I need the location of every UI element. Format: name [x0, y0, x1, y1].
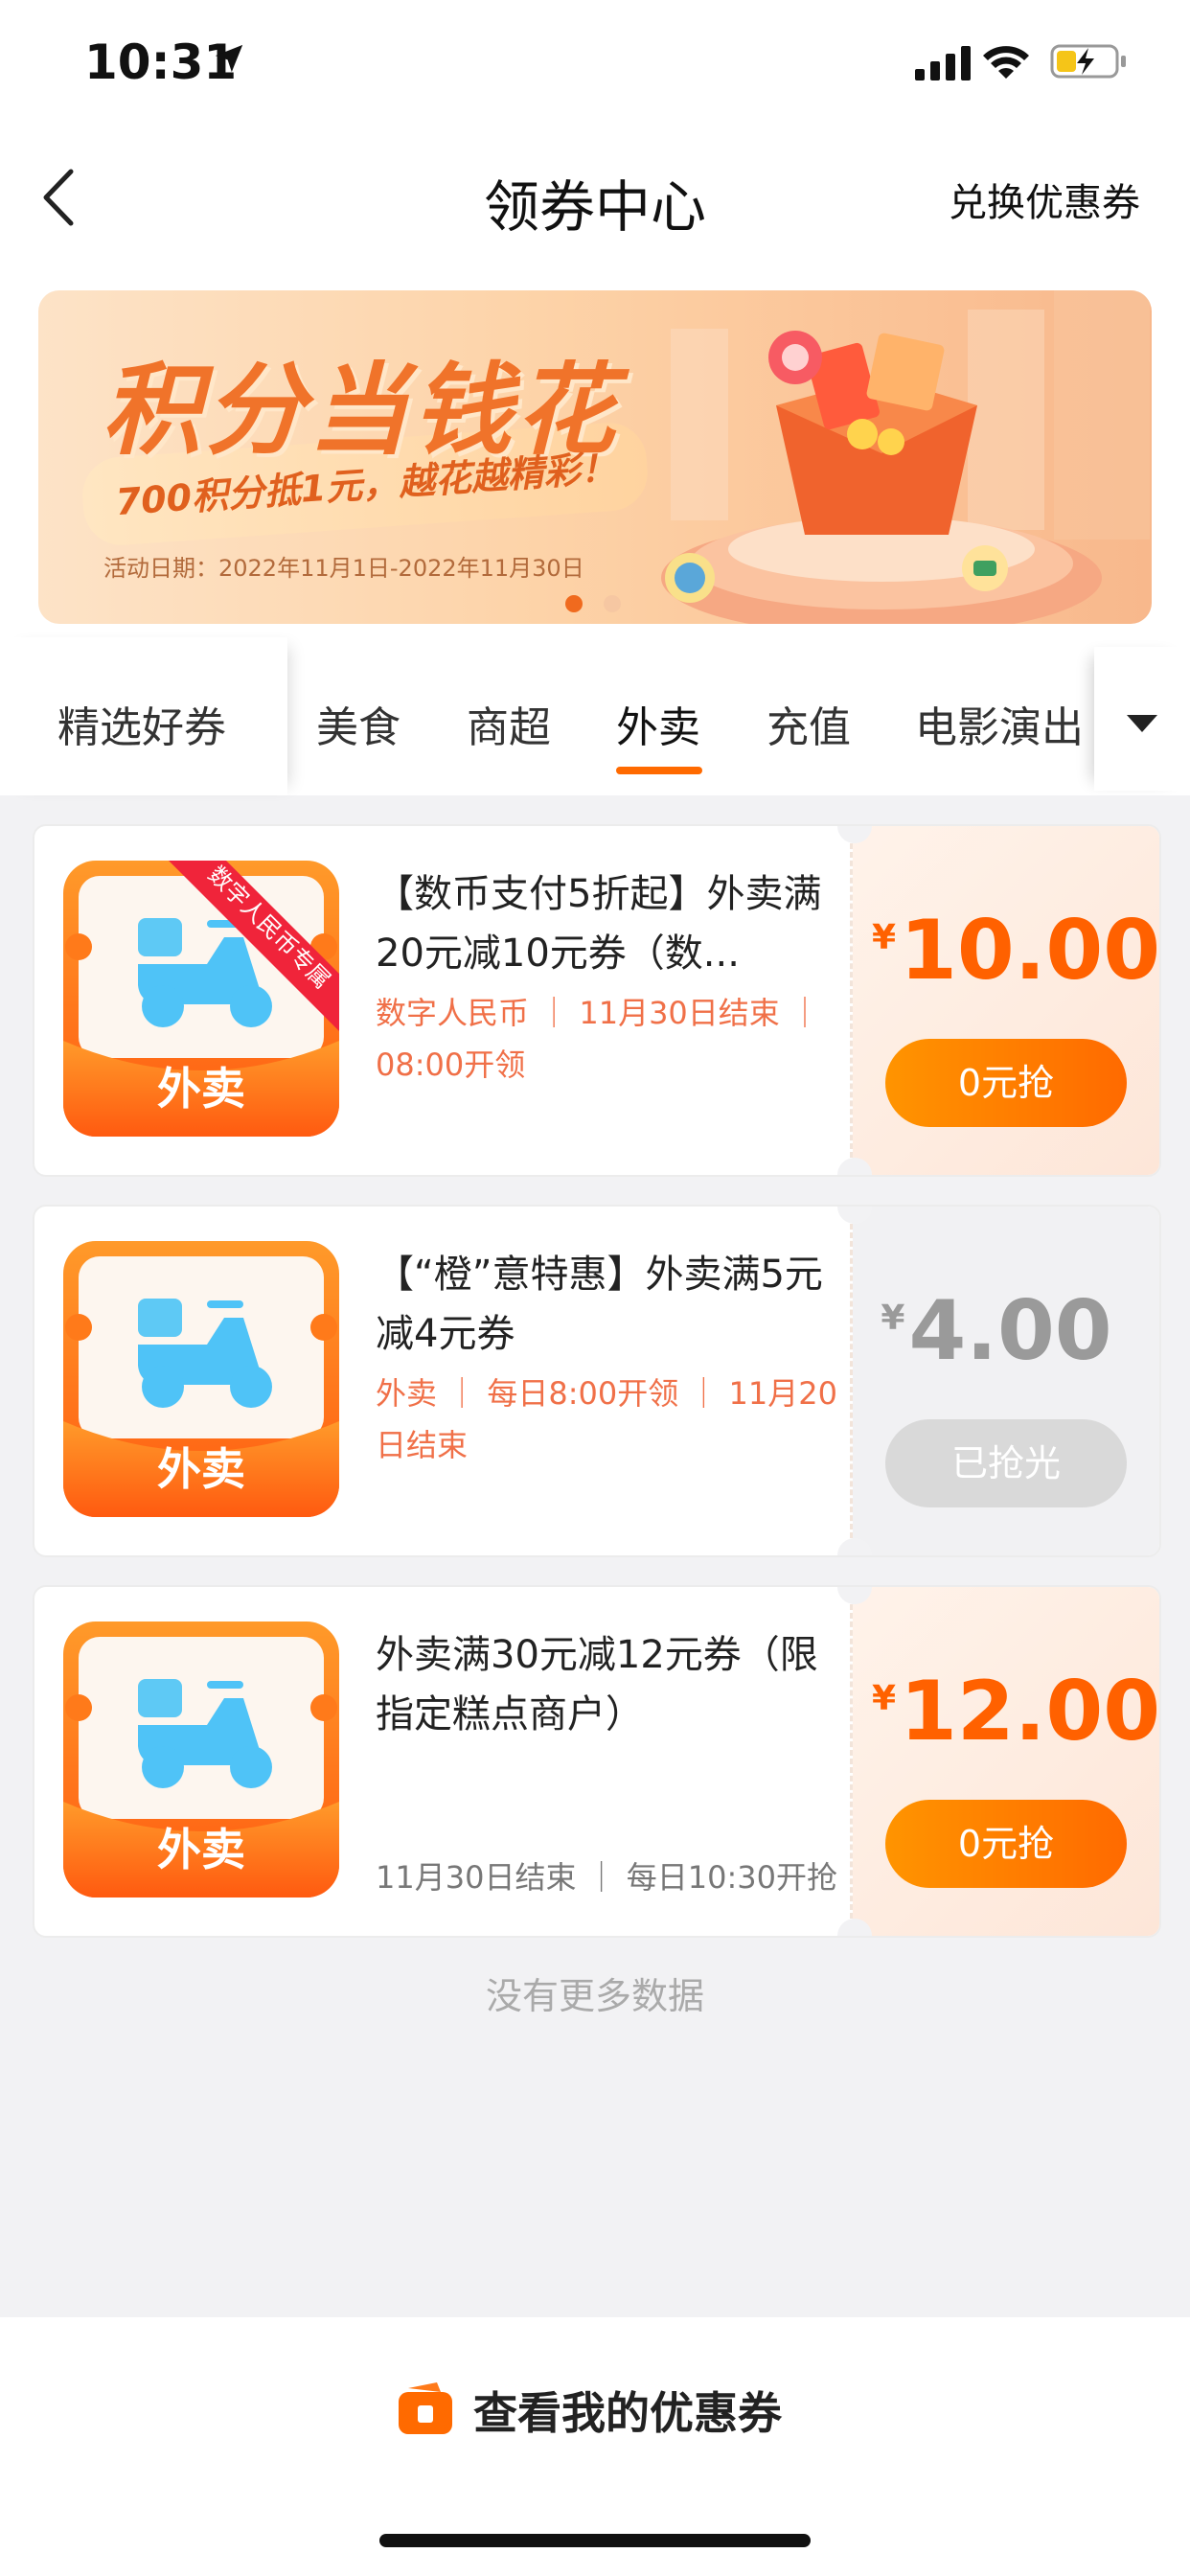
view-my-coupons-label: 查看我的优惠券: [473, 2387, 782, 2439]
tab-supermarket[interactable]: 商超: [467, 693, 551, 754]
tab-selected-coupons[interactable]: 精选好券: [57, 693, 226, 754]
location-arrow-icon: [215, 44, 243, 73]
coupon-meta: 数字人民币 ｜ 11月30日结束 ｜ 08:00开领: [376, 995, 820, 1083]
status-bar: 10:31: [0, 0, 1190, 129]
tab-active-indicator: [616, 767, 702, 774]
battery-charging-icon: [1050, 44, 1126, 79]
coupon-meta: 11月30日结束 ｜ 每日10:30开抢: [376, 1859, 838, 1896]
tab-movies-shows[interactable]: 电影演出: [915, 693, 1084, 754]
coupon-category-label: 外卖: [157, 1063, 245, 1115]
coupon-card[interactable]: 外卖 外卖满30元减12元券（限指定糕点商户） 11月30日结束 ｜ 每日10:…: [33, 1585, 1161, 1938]
coupon-card[interactable]: 外卖 数字人民币专属 【数币支付5折起】外卖满20元减10元券（数... 数字人…: [33, 824, 1161, 1177]
carousel-dot[interactable]: [604, 595, 621, 612]
view-my-coupons-button[interactable]: 查看我的优惠券: [0, 2371, 1190, 2448]
tab-food[interactable]: 美食: [316, 693, 400, 754]
gift-box-illustration: [661, 290, 1150, 624]
coupon-card[interactable]: 外卖 【“橙”意特惠】外卖满5元减4元券 外卖 ｜ 每日8:00开领 ｜ 11月…: [33, 1205, 1161, 1557]
banner-date: 活动日期：2022年11月1日-2022年11月30日: [103, 555, 584, 582]
coupon-meta: 外卖 ｜ 每日8:00开领 ｜ 11月20日结束: [376, 1375, 837, 1463]
wifi-icon: [983, 46, 1029, 79]
grab-coupon-button[interactable]: 0元抢: [885, 1800, 1127, 1888]
coupon-price: ¥12.00: [872, 1664, 1159, 1760]
list-end-text: 没有更多数据: [485, 1975, 704, 2017]
coupon-amount: 12.00: [900, 1664, 1161, 1760]
currency-symbol: ¥: [881, 1299, 905, 1338]
tabs-more-button[interactable]: [1094, 647, 1190, 791]
promo-banner[interactable]: 积分当钱花 700积分抵1元，越花越精彩！ 活动日期：2022年11月1日-20…: [38, 290, 1152, 624]
takeout-scooter-icon: 外卖: [63, 1241, 339, 1517]
banner-section: 积分当钱花 700积分抵1元，越花越精彩！ 活动日期：2022年11月1日-20…: [0, 264, 1190, 637]
coupon-title: 【数币支付5折起】外卖满20元减10元券（数...: [376, 872, 822, 976]
exchange-coupon-link[interactable]: 兑换优惠券: [949, 172, 1140, 227]
coupon-title: 外卖满30元减12元券（限指定糕点商户）: [376, 1633, 818, 1736]
coupon-price: ¥4.00: [872, 1283, 1121, 1379]
nav-bar: 领券中心 兑换优惠券: [0, 129, 1190, 264]
coupon-category-label: 外卖: [157, 1443, 245, 1495]
coupon-title: 【“橙”意特惠】外卖满5元减4元券: [376, 1253, 823, 1356]
coupon-category-label: 外卖: [157, 1824, 245, 1875]
home-indicator: [379, 2534, 811, 2547]
coupon-amount: 10.00: [900, 903, 1161, 999]
coupon-price: ¥10.00: [872, 903, 1159, 999]
coupon-amount: 4.00: [908, 1283, 1112, 1379]
cellular-signal-icon: [915, 46, 971, 80]
sold-out-button: 已抢光: [885, 1419, 1127, 1507]
triangle-down-icon: [1127, 715, 1157, 732]
takeout-scooter-icon: 外卖: [63, 1622, 339, 1898]
grab-coupon-button[interactable]: 0元抢: [885, 1039, 1127, 1127]
currency-symbol: ¥: [872, 918, 897, 957]
tab-recharge[interactable]: 充值: [767, 693, 851, 754]
currency-symbol: ¥: [872, 1679, 897, 1718]
takeout-scooter-icon: 外卖 数字人民币专属: [63, 861, 339, 1137]
tab-takeout[interactable]: 外卖: [616, 693, 700, 754]
category-tabs: 精选好券 美食 商超 外卖 充值 电影演出: [0, 637, 1190, 795]
carousel-dot-active[interactable]: [565, 595, 583, 612]
coupon-wallet-icon: [399, 2382, 452, 2434]
